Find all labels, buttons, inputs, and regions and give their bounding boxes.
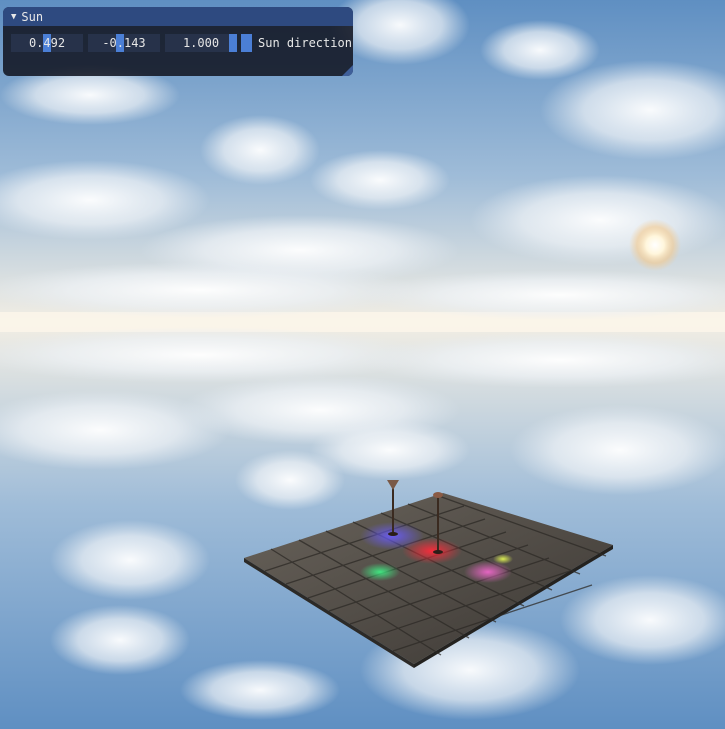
sun-direction-label: Sun direction (258, 36, 352, 50)
sun-direction-row: 0.492 -0.143 1.000 Sun direction (11, 34, 352, 52)
slider-grab[interactable] (229, 34, 237, 52)
sun-panel-title-bar[interactable]: ▼ Sun (3, 7, 353, 26)
triangle-down-icon[interactable]: ▼ (11, 12, 16, 22)
color-swatch[interactable] (241, 34, 252, 52)
3d-viewport[interactable]: ▼ Sun 0.492 -0.143 1.000 Sun direction (0, 0, 725, 729)
scene-render (0, 0, 725, 729)
sun-direction-z-field[interactable]: 1.000 (165, 34, 237, 52)
sun-direction-x-field[interactable]: 0.492 (11, 34, 83, 52)
sun-panel[interactable]: ▼ Sun 0.492 -0.143 1.000 Sun direction (3, 7, 353, 76)
sun-direction-y-field[interactable]: -0.143 (88, 34, 160, 52)
panel-title: Sun (21, 9, 44, 24)
resize-grip-icon[interactable] (342, 65, 353, 76)
